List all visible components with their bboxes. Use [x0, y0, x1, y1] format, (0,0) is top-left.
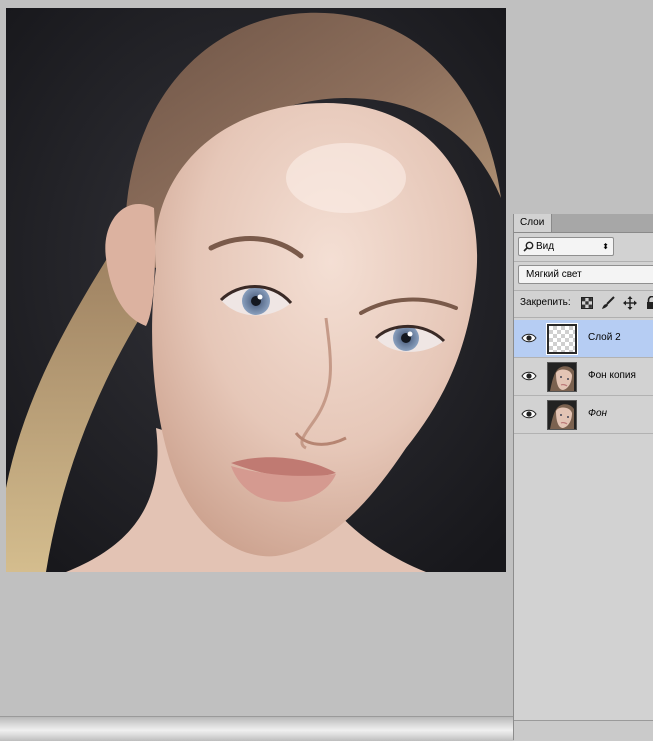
- layer-name: Фон: [588, 408, 608, 419]
- lock-row: Закрепить:: [514, 294, 653, 314]
- panel-tab-bar: Слои: [514, 214, 653, 233]
- divider: [514, 261, 653, 262]
- layer-thumbnail-portrait: [547, 400, 577, 430]
- layer-name: Слой 2: [588, 332, 621, 343]
- portrait-photo: [6, 8, 506, 572]
- eye-icon[interactable]: [521, 408, 537, 420]
- lock-all-icon[interactable]: [645, 296, 653, 310]
- divider: [514, 290, 653, 291]
- dropdown-arrows-icon: ⬍: [602, 242, 609, 251]
- layer-row[interactable]: Фон копия: [514, 358, 653, 396]
- lock-brush-icon[interactable]: [601, 296, 615, 310]
- blend-mode-value: Мягкий свет: [526, 269, 582, 280]
- lock-label: Закрепить:: [520, 297, 571, 308]
- layer-name: Фон копия: [588, 370, 636, 381]
- layer-row[interactable]: Слой 2: [514, 320, 653, 358]
- layer-thumbnail-transparent: [546, 323, 578, 355]
- lock-move-icon[interactable]: [623, 296, 637, 310]
- horizontal-scrollbar[interactable]: [0, 716, 514, 741]
- panel-bottom-bar: [514, 720, 653, 741]
- layers-panel: Слои Вид ⬍ Мягкий свет Закрепить: Слой 2…: [513, 214, 653, 741]
- tab-layers[interactable]: Слои: [514, 214, 552, 232]
- document-canvas[interactable]: [6, 8, 506, 572]
- eye-icon[interactable]: [521, 332, 537, 344]
- divider: [514, 317, 653, 318]
- layer-row[interactable]: Фон: [514, 396, 653, 434]
- search-icon: [523, 241, 534, 252]
- eye-icon[interactable]: [521, 370, 537, 382]
- layer-filter-dropdown[interactable]: Вид ⬍: [518, 237, 614, 256]
- blend-mode-dropdown[interactable]: Мягкий свет: [518, 265, 653, 284]
- lock-transparent-icon[interactable]: [580, 296, 594, 310]
- filter-label: Вид: [536, 241, 555, 252]
- layer-thumbnail-portrait: [547, 362, 577, 392]
